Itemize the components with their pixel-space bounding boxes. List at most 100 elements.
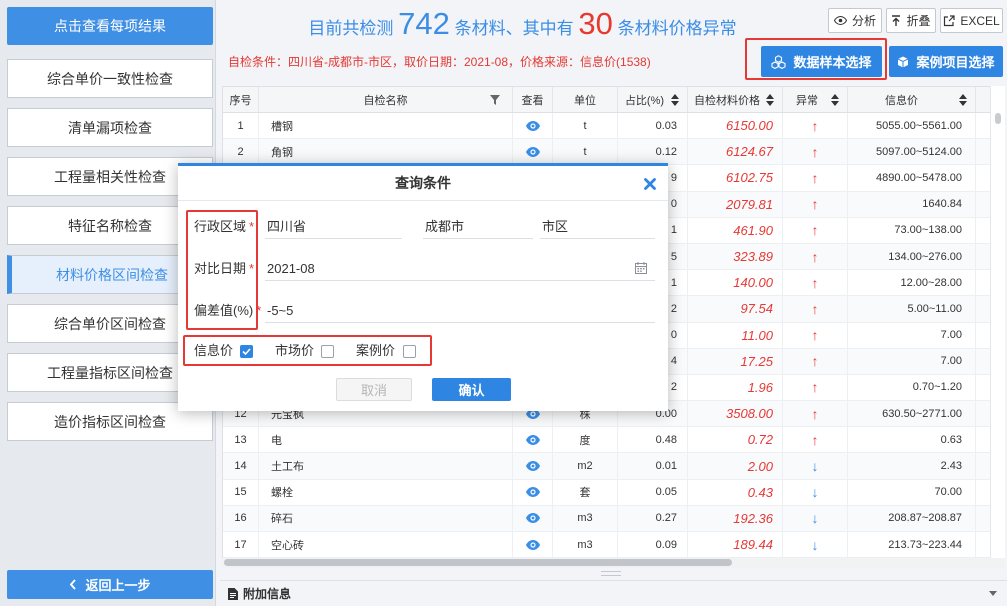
abnormal-flag: ↑	[783, 139, 848, 165]
analyze-button[interactable]: 分析	[828, 8, 882, 33]
cancel-button[interactable]: 取消	[336, 378, 412, 401]
sort-icon[interactable]	[671, 94, 679, 106]
sort-icon[interactable]	[831, 94, 839, 106]
column-header-spacer	[976, 87, 990, 112]
unit-cell: 度	[553, 427, 618, 453]
table-row[interactable]: 13 电 度 0.48 0.72 ↑ 0.63	[223, 427, 990, 454]
caret-down-icon[interactable]	[989, 591, 997, 596]
sidebar-item-unit-price-consistency[interactable]: 综合单价一致性检查	[7, 59, 213, 98]
row-spacer	[976, 375, 990, 400]
row-spacer	[976, 165, 990, 190]
view-cell	[513, 113, 553, 139]
price-cell: 11.00	[688, 322, 783, 348]
row-spacer	[976, 218, 990, 243]
row-spacer	[976, 296, 990, 321]
eye-icon[interactable]	[525, 120, 540, 131]
column-unit-label: 单位	[574, 94, 596, 107]
info-price-cell: 5.00~11.00	[848, 296, 976, 322]
sample-select-button[interactable]: 数据样本选择	[761, 46, 882, 77]
price-cell: 461.90	[688, 217, 783, 243]
column-header-price[interactable]: 自检材料价格	[688, 87, 783, 112]
column-header-ratio[interactable]: 占比(%)	[618, 87, 688, 112]
column-ratio-label: 占比(%)	[624, 94, 665, 107]
external-link-icon	[944, 14, 955, 26]
table-row[interactable]: 16 碎石 m3 0.27 192.36 ↓ 208.87~208.87	[223, 505, 990, 532]
abnormal-flag: ↑	[783, 348, 848, 374]
close-icon[interactable]	[643, 177, 657, 191]
unit-cell: 套	[553, 479, 618, 505]
date-picker[interactable]: 2021-08	[265, 257, 655, 281]
market-price-checkbox[interactable]	[321, 345, 334, 358]
dialog-title: 查询条件	[178, 166, 668, 201]
district-select[interactable]: 市区	[540, 215, 655, 239]
sort-icon[interactable]	[959, 94, 967, 106]
deviation-input[interactable]: -5~5	[265, 299, 655, 323]
row-number: 1	[223, 113, 259, 139]
horizontal-scrollbar[interactable]	[222, 558, 1005, 568]
unit-cell: m3	[553, 532, 618, 558]
fold-button[interactable]: 折叠	[886, 8, 936, 33]
unit-cell: m2	[553, 453, 618, 479]
column-header-name[interactable]: 自检名称	[259, 87, 513, 112]
case-select-button[interactable]: 案例项目选择	[889, 46, 1003, 77]
abnormal-flag: ↓	[783, 532, 848, 558]
abnormal-flag: ↑	[783, 191, 848, 217]
excel-export-button[interactable]: EXCEL	[940, 8, 1003, 33]
column-header-no[interactable]: 序号	[223, 87, 259, 112]
horizontal-scroll-thumb[interactable]	[224, 559, 732, 566]
back-button[interactable]: 返回上一步	[7, 570, 213, 599]
row-spacer	[976, 480, 990, 505]
filter-icon[interactable]	[490, 95, 500, 105]
eye-icon[interactable]	[525, 539, 540, 550]
price-cell: 323.89	[688, 243, 783, 270]
table-row[interactable]: 15 螺栓 套 0.05 0.43 ↓ 70.00	[223, 479, 990, 506]
case-price-checkbox[interactable]	[403, 345, 416, 358]
info-price-checkbox[interactable]	[240, 345, 253, 358]
query-dialog: 查询条件 行政区域 * 四川省 成都市 市区 对比日期 * 2021-08 偏差值(…	[178, 163, 668, 411]
excel-label: EXCEL	[960, 13, 1000, 28]
info-price-cell: 134.00~276.00	[848, 243, 976, 270]
calendar-icon[interactable]	[635, 262, 647, 274]
table-header: 序号 自检名称 查看 单位 占比(%) 自检材料价格 异常 信息价	[223, 87, 990, 113]
close-button[interactable]	[643, 177, 657, 191]
summary-title: 目前共检测 742 条材料、其中有 30 条材料价格异常	[220, 4, 825, 44]
info-price-cell: 73.00~138.00	[848, 217, 976, 243]
confirm-button[interactable]: 确认	[432, 378, 511, 401]
column-no-label: 序号	[229, 94, 252, 107]
eye-icon[interactable]	[525, 513, 540, 524]
table-row[interactable]: 2 角钢 t 0.12 6124.67 ↑ 5097.00~5124.00	[223, 139, 990, 166]
eye-icon[interactable]	[525, 146, 540, 157]
abnormal-flag: ↑	[783, 374, 848, 401]
price-cell: 0.43	[688, 479, 783, 505]
material-name: 碎石	[259, 505, 513, 531]
table-row[interactable]: 17 空心砖 m3 0.09 189.44 ↓ 213.73~223.44	[223, 532, 990, 558]
material-name: 土工布	[259, 453, 513, 479]
view-all-results-button[interactable]: 点击查看每项结果	[7, 7, 213, 45]
vertical-scrollbar[interactable]	[990, 86, 1005, 558]
row-number: 13	[223, 427, 259, 453]
summary-prefix: 目前共检测	[308, 19, 394, 38]
extra-info-bar[interactable]: 附加信息	[220, 580, 1007, 606]
analyze-label: 分析	[851, 14, 876, 28]
vertical-scroll-thumb[interactable]	[995, 113, 1001, 124]
sidebar-item-missing-items[interactable]: 清单漏项检查	[7, 108, 213, 147]
eye-icon[interactable]	[525, 434, 540, 445]
column-header-info[interactable]: 信息价	[848, 87, 976, 112]
back-button-label: 返回上一步	[85, 578, 151, 593]
province-select[interactable]: 四川省	[265, 215, 402, 239]
eye-outline-icon	[833, 16, 847, 25]
price-cell: 1.96	[688, 374, 783, 401]
column-price-label: 自检材料价格	[694, 94, 760, 107]
required-mark: *	[256, 303, 262, 318]
city-select[interactable]: 成都市	[423, 215, 533, 239]
eye-icon[interactable]	[525, 487, 540, 498]
column-header-flag[interactable]: 异常	[783, 87, 848, 112]
view-cell	[513, 453, 553, 479]
row-spacer	[976, 349, 990, 374]
eye-icon[interactable]	[525, 461, 540, 472]
sort-icon[interactable]	[766, 94, 774, 106]
table-row[interactable]: 1 槽钢 t 0.03 6150.00 ↑ 5055.00~5561.00	[223, 113, 990, 140]
table-row[interactable]: 14 土工布 m2 0.01 2.00 ↓ 2.43	[223, 453, 990, 480]
resize-handle[interactable]	[601, 571, 621, 576]
column-flag-label: 异常	[796, 94, 818, 107]
